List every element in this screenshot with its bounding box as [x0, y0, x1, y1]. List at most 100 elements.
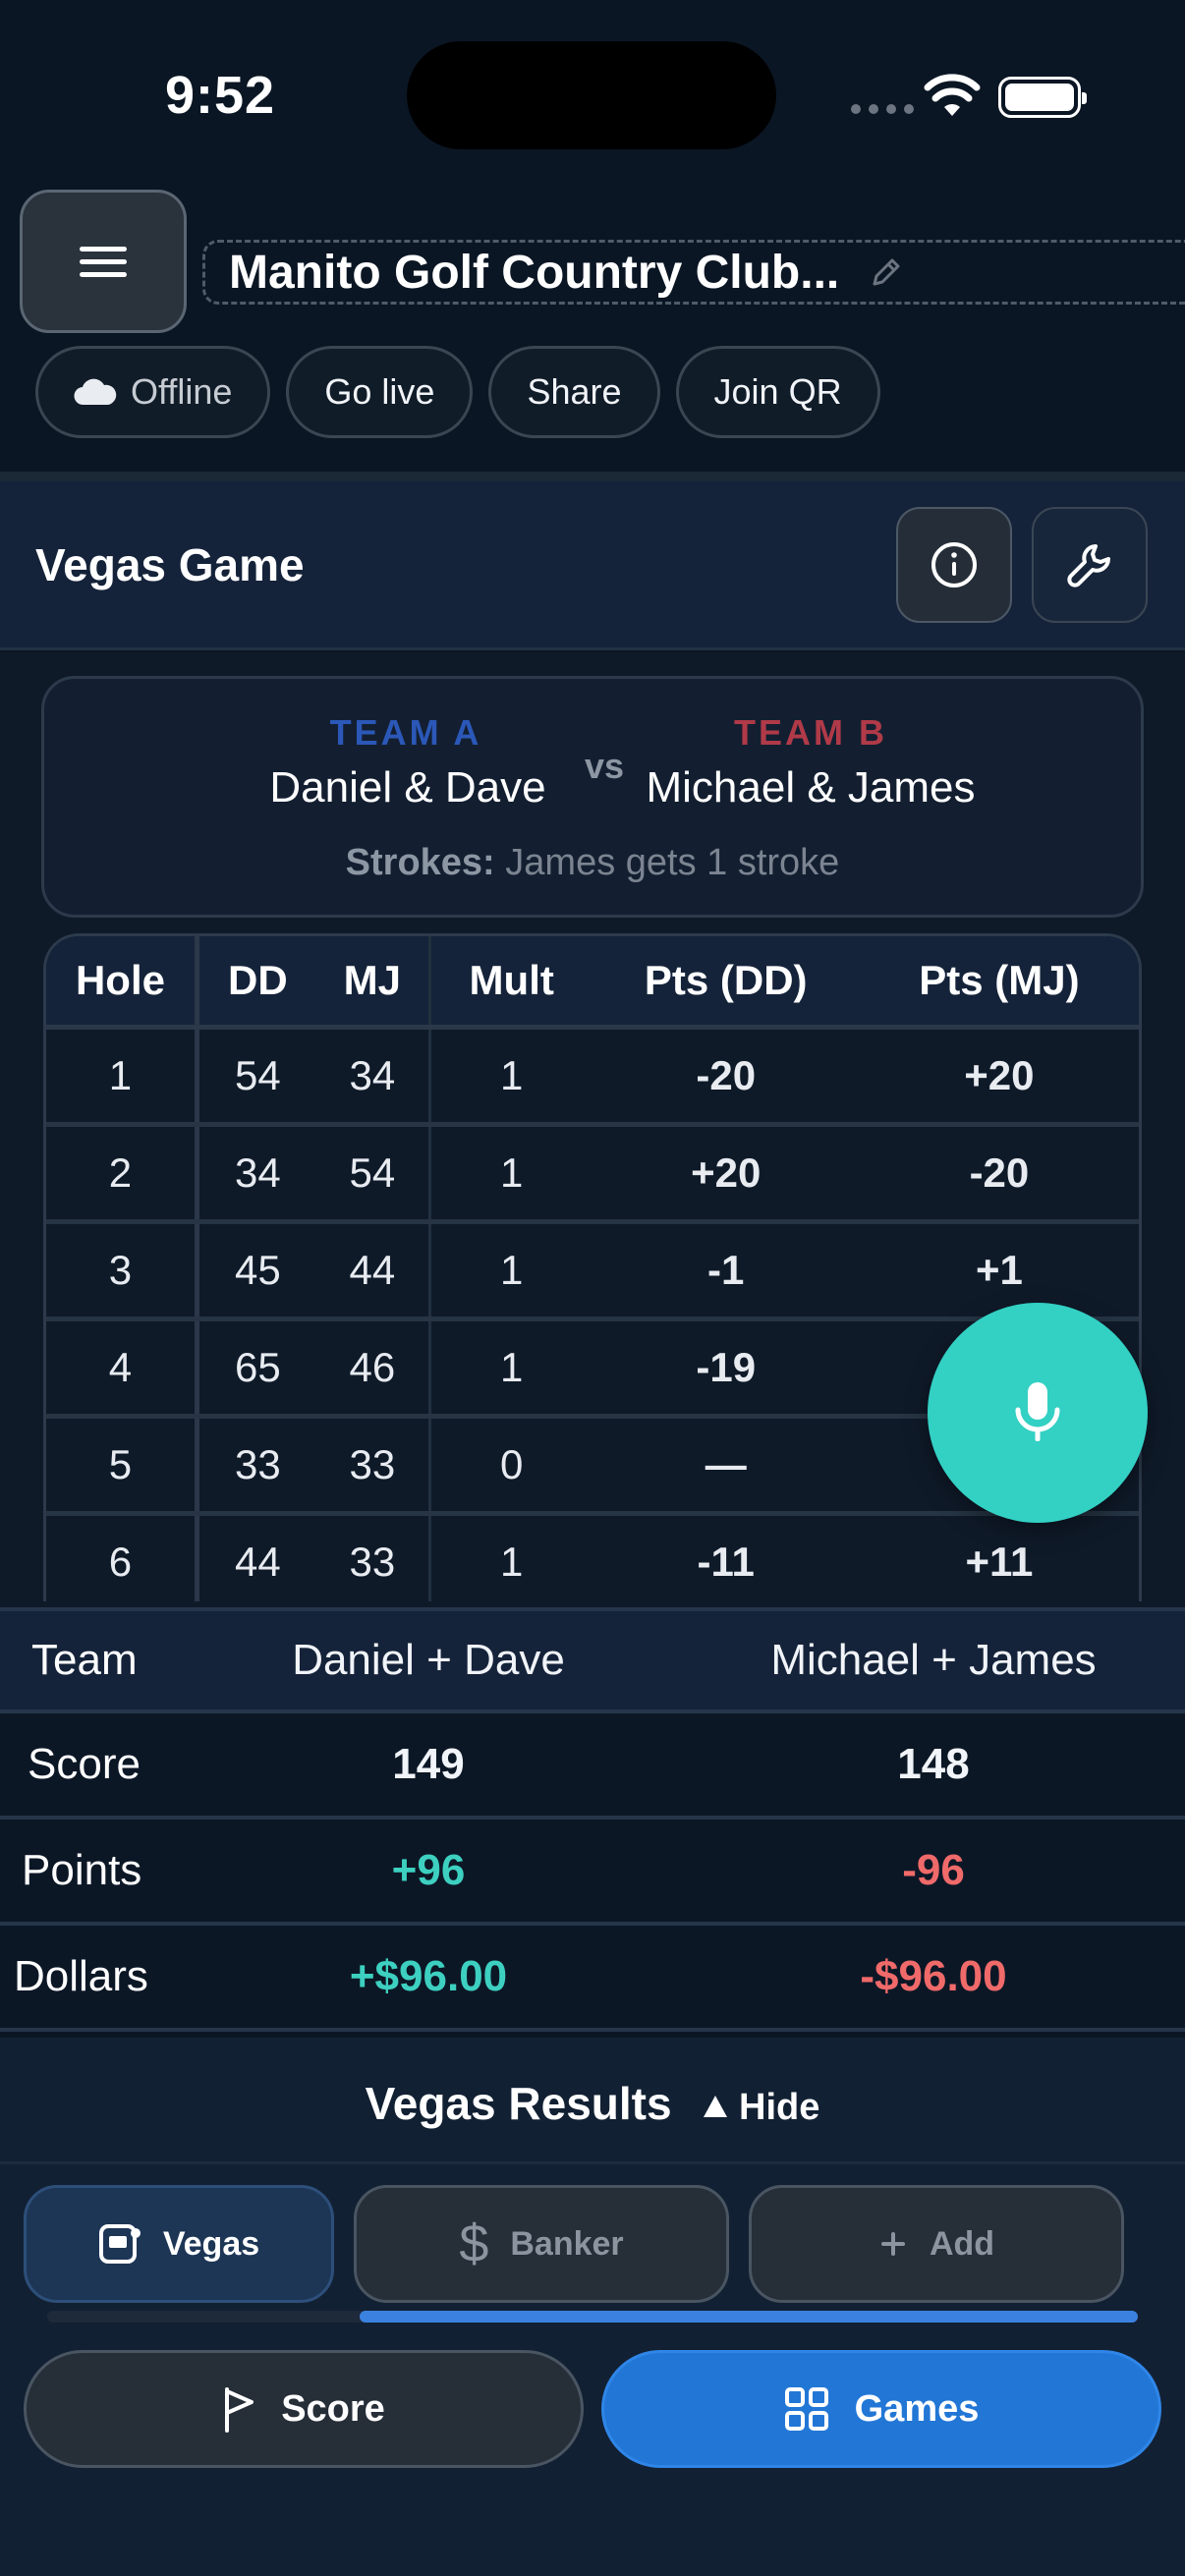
game-header: Vegas Game	[0, 481, 1185, 650]
hole-cell: 6	[46, 1513, 199, 1601]
hole-cell: 4	[46, 1318, 199, 1419]
mj-cell: 46	[315, 1318, 431, 1419]
hole-cell: 5	[46, 1416, 199, 1516]
dd-cell: 44	[197, 1513, 316, 1601]
col-dd: DD	[197, 936, 316, 1030]
col-pts-dd: Pts (DD)	[592, 936, 860, 1030]
pts-mj-cell: +11	[859, 1513, 1139, 1601]
summary-score-b: 148	[897, 1740, 970, 1788]
summary-header-row: Team Daniel + Dave Michael + James	[0, 1607, 1185, 1713]
info-button[interactable]	[896, 507, 1012, 623]
pts-dd-cell: -11	[592, 1513, 860, 1601]
mult-cell: 1	[429, 1124, 592, 1224]
col-mj: MJ	[315, 936, 431, 1030]
summary-dollars-a: +$96.00	[349, 1952, 508, 2000]
summary-col-team-a: Daniel + Dave	[292, 1636, 565, 1684]
tab-add[interactable]: Add	[749, 2185, 1124, 2303]
tab-vegas-label: Vegas	[162, 2224, 260, 2263]
menu-button[interactable]	[20, 190, 187, 333]
hole-cell: 3	[46, 1221, 199, 1321]
wrench-icon	[1067, 544, 1110, 588]
course-title-field[interactable]: Manito Golf Country Club...	[202, 240, 1185, 305]
results-panel: Vegas Results Hide	[0, 2038, 1185, 2576]
course-title: Manito Golf Country Club...	[229, 246, 840, 299]
team-summary-table: Team Daniel + Dave Michael + James Score…	[0, 1607, 1185, 2036]
vegas-icon	[98, 2223, 141, 2265]
team-b-label: TEAM B	[734, 712, 887, 753]
hole-cell: 1	[46, 1027, 199, 1127]
cellular-signal-icon	[851, 104, 914, 114]
results-header: Vegas Results Hide	[0, 2077, 1185, 2130]
mj-cell: 44	[315, 1221, 431, 1321]
settings-button[interactable]	[1032, 507, 1148, 623]
team-a-label: TEAM A	[329, 712, 482, 753]
tab-banker-label: Banker	[510, 2224, 624, 2263]
microphone-icon	[1015, 1382, 1060, 1441]
results-divider	[0, 2161, 1185, 2164]
score-button[interactable]: Score	[24, 2350, 584, 2468]
header-actions: Offline Go live Share Join QR	[35, 346, 880, 438]
dd-cell: 34	[197, 1124, 316, 1224]
mult-cell: 1	[429, 1221, 592, 1321]
summary-col-team-b: Michael + James	[770, 1636, 1097, 1684]
summary-col-team: Team	[31, 1636, 138, 1684]
summary-score-a: 149	[392, 1740, 465, 1788]
dd-cell: 65	[197, 1318, 316, 1419]
summary-dollars-b: -$96.00	[860, 1952, 1007, 2000]
col-hole: Hole	[46, 936, 199, 1030]
status-time: 9:52	[165, 66, 276, 125]
dd-cell: 33	[197, 1416, 316, 1516]
flag-icon	[222, 2385, 255, 2433]
go-live-button[interactable]: Go live	[286, 346, 474, 438]
game-title: Vegas Game	[35, 539, 305, 590]
col-mult: Mult	[429, 936, 592, 1030]
tab-add-label: Add	[929, 2224, 995, 2263]
tab-vegas[interactable]: Vegas	[24, 2185, 334, 2303]
summary-dollars-row: Dollars +$96.00 -$96.00	[0, 1926, 1185, 2032]
pts-mj-cell: +1	[859, 1221, 1139, 1321]
plus-icon	[878, 2229, 908, 2259]
battery-icon	[998, 77, 1087, 118]
header-divider	[0, 472, 1185, 481]
tab-banker[interactable]: $ Banker	[354, 2185, 729, 2303]
strokes-text: James gets 1 stroke	[505, 842, 840, 883]
games-button-label: Games	[854, 2387, 980, 2430]
hide-results-button[interactable]: Hide	[704, 2087, 819, 2128]
dd-cell: 45	[197, 1221, 316, 1321]
table-row[interactable]: 1 54 34 1 -20 +20	[46, 1027, 1139, 1127]
voice-input-button[interactable]	[928, 1303, 1148, 1523]
summary-score-row: Score 149 148	[0, 1713, 1185, 1820]
mj-cell: 33	[315, 1513, 431, 1601]
pts-mj-cell: -20	[859, 1124, 1139, 1224]
pts-dd-cell: -20	[592, 1027, 860, 1127]
offline-chip[interactable]: Offline	[35, 346, 271, 438]
pts-dd-cell: +20	[592, 1124, 860, 1224]
holes-header-row: Hole DD MJ Mult Pts (DD) Pts (MJ)	[46, 936, 1139, 1030]
status-bar: 9:52	[0, 0, 1185, 187]
share-button[interactable]: Share	[488, 346, 660, 438]
mj-cell: 34	[315, 1027, 431, 1127]
grid-icon	[784, 2386, 829, 2432]
summary-score-label: Score	[28, 1740, 141, 1788]
pencil-icon	[873, 258, 900, 286]
summary-points-label: Points	[22, 1846, 142, 1894]
mj-cell: 33	[315, 1416, 431, 1516]
table-row[interactable]: 2 34 54 1 +20 -20	[46, 1124, 1139, 1224]
summary-points-b: -96	[902, 1846, 965, 1894]
summary-points-a: +96	[391, 1846, 466, 1894]
score-button-label: Score	[281, 2387, 385, 2430]
col-pts-mj: Pts (MJ)	[859, 936, 1139, 1030]
pts-dd-cell: -19	[592, 1318, 860, 1419]
table-row[interactable]: 3 45 44 1 -1 +1	[46, 1221, 1139, 1321]
pts-dd-cell: -1	[592, 1221, 860, 1321]
strokes-info: Strokes: James gets 1 stroke	[44, 842, 1141, 884]
dollar-icon: $	[459, 2214, 489, 2273]
games-button[interactable]: Games	[601, 2350, 1161, 2468]
pts-dd-cell: —	[592, 1416, 860, 1516]
dd-cell: 54	[197, 1027, 316, 1127]
tabs-scroll-thumb[interactable]	[360, 2311, 1138, 2323]
dynamic-island	[407, 41, 776, 149]
mj-cell: 54	[315, 1124, 431, 1224]
join-qr-button[interactable]: Join QR	[675, 346, 880, 438]
table-row[interactable]: 6 44 33 1 -11 +11	[46, 1513, 1139, 1601]
